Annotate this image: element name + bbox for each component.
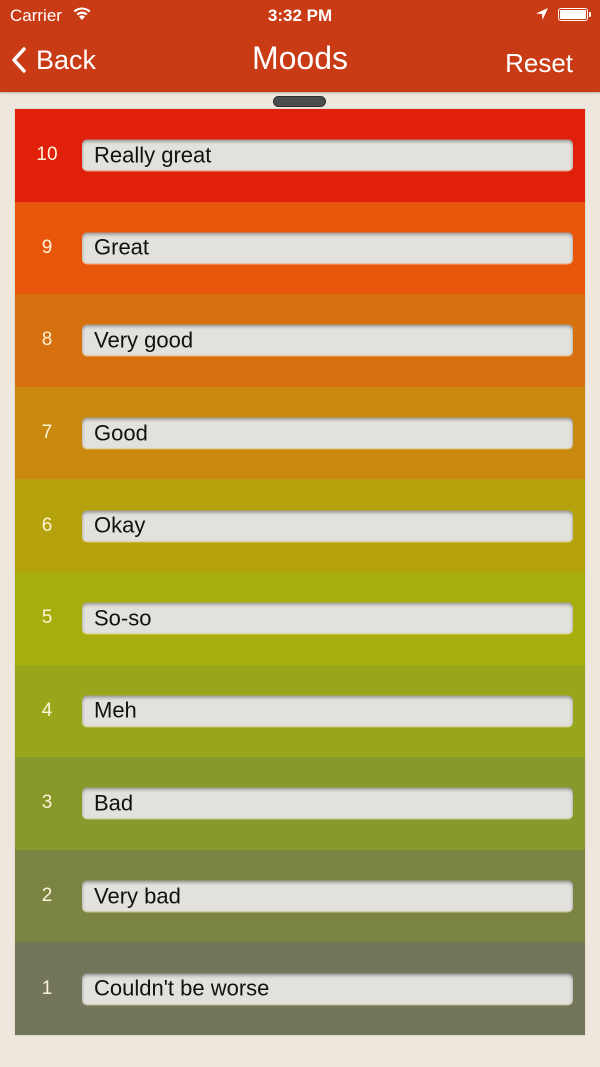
mood-row: 10 bbox=[15, 109, 585, 202]
mood-value: 8 bbox=[41, 329, 53, 351]
mood-value: 7 bbox=[41, 422, 53, 444]
navigation-bar: Carrier 3:32 PM Back Moods Reset bbox=[0, 0, 600, 92]
mood-value: 3 bbox=[41, 792, 53, 814]
mood-label-input[interactable] bbox=[82, 787, 573, 819]
mood-label-input[interactable] bbox=[82, 232, 573, 264]
mood-row: 1 bbox=[15, 942, 585, 1035]
mood-value: 6 bbox=[41, 514, 53, 536]
mood-value: 9 bbox=[41, 236, 53, 258]
mood-row: 9 bbox=[15, 201, 585, 295]
mood-value: 4 bbox=[41, 699, 53, 721]
status-time: 3:32 PM bbox=[267, 6, 333, 25]
drag-handle[interactable] bbox=[273, 96, 326, 107]
mood-label-input[interactable] bbox=[82, 324, 573, 356]
mood-value: 1 bbox=[41, 977, 53, 999]
mood-row: 5 bbox=[15, 571, 585, 665]
mood-label-input[interactable] bbox=[82, 695, 573, 727]
mood-value: 5 bbox=[41, 607, 53, 629]
location-arrow-icon bbox=[535, 6, 549, 20]
mood-row: 2 bbox=[15, 849, 585, 943]
mood-label-input[interactable] bbox=[82, 139, 573, 171]
mood-value: 10 bbox=[36, 144, 58, 166]
mood-label-input[interactable] bbox=[82, 602, 573, 634]
mood-row: 7 bbox=[15, 386, 585, 480]
mood-label-input[interactable] bbox=[82, 973, 573, 1005]
mood-value: 2 bbox=[41, 885, 53, 907]
reset-button[interactable]: Reset bbox=[505, 48, 573, 79]
mood-list: 10 9 8 7 6 5 4 3 2 1 bbox=[15, 109, 585, 1035]
mood-label-input[interactable] bbox=[82, 417, 573, 449]
battery-icon bbox=[558, 8, 591, 21]
mood-row: 3 bbox=[15, 757, 585, 850]
mood-label-input[interactable] bbox=[82, 510, 573, 542]
mood-label-input[interactable] bbox=[82, 880, 573, 912]
mood-row: 8 bbox=[15, 294, 585, 387]
status-bar: Carrier 3:32 PM bbox=[0, 0, 600, 30]
mood-row: 4 bbox=[15, 664, 585, 758]
mood-row: 6 bbox=[15, 479, 585, 572]
